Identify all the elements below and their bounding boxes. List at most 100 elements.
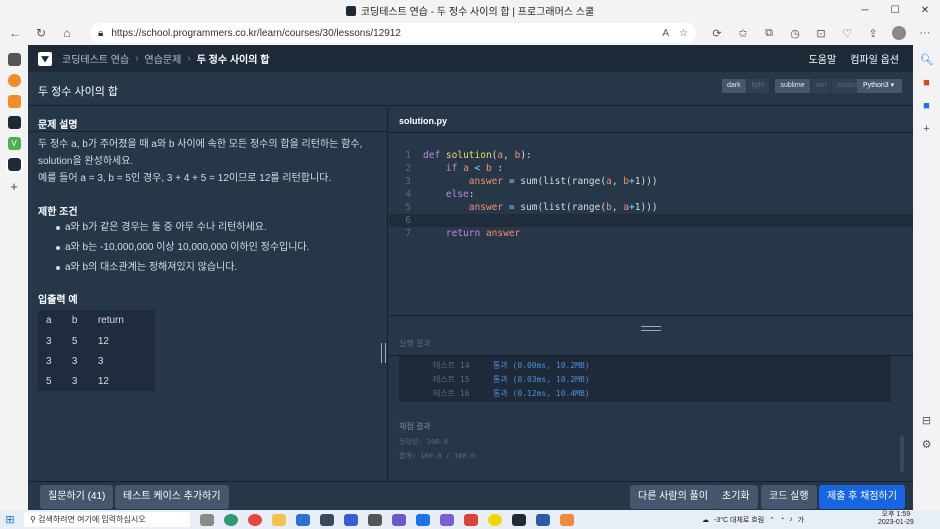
code-text[interactable]: answer = sum(list(range(b, a+1))): [423, 201, 658, 214]
read-aloud-icon[interactable]: A: [662, 28, 669, 39]
theme-selector: dark light sublime vim emacs: [722, 79, 864, 93]
tray-chevron-icon[interactable]: ⌃: [769, 516, 775, 524]
edge-icon[interactable]: [224, 513, 238, 526]
profile-avatar[interactable]: [892, 26, 906, 40]
collections-icon[interactable]: ⧉: [756, 27, 782, 40]
code-line[interactable]: 7 return answer: [389, 227, 913, 240]
browser-essentials-icon[interactable]: ♡: [834, 27, 860, 40]
add-favorite-icon[interactable]: ☆: [679, 28, 688, 39]
theme-dark-button[interactable]: dark: [722, 79, 746, 93]
code-text[interactable]: def solution(a, b):: [423, 149, 532, 162]
office-icon[interactable]: ■: [923, 77, 930, 89]
tab-icon-programmers[interactable]: [7, 116, 21, 129]
app-icon[interactable]: [368, 513, 382, 526]
tab-icon-v[interactable]: V: [7, 137, 21, 150]
code-text[interactable]: if a < b :: [423, 162, 503, 175]
code-text[interactable]: return answer: [423, 227, 520, 240]
pane-resize-handle[interactable]: [381, 343, 386, 363]
app-icon[interactable]: [416, 513, 430, 526]
minimize-icon[interactable]: ─: [850, 0, 880, 21]
store-icon[interactable]: [296, 513, 310, 526]
windows-start-icon[interactable]: ⊞: [2, 513, 18, 526]
close-icon[interactable]: ✕: [910, 0, 940, 21]
address-bar[interactable]: 🔒︎ https://school.programmers.co.kr/lear…: [90, 23, 696, 43]
share-icon[interactable]: ⇪: [860, 27, 886, 40]
theme-sublime-button[interactable]: sublime: [775, 79, 810, 93]
task-view-icon[interactable]: [200, 513, 214, 526]
refresh-icon[interactable]: ↻: [28, 26, 54, 40]
volume-icon[interactable]: ♪: [789, 516, 793, 523]
home-icon[interactable]: ⌂: [54, 26, 80, 40]
app-icon[interactable]: [344, 513, 358, 526]
taskbar-clock[interactable]: 오후 1:59 2023-01-29: [878, 511, 914, 527]
editor-tab-bar: solution.py: [389, 107, 913, 133]
history-icon[interactable]: ◷: [782, 27, 808, 40]
lock-icon[interactable]: 🔒︎: [98, 28, 103, 39]
network-icon[interactable]: ◔: [780, 516, 784, 523]
app-icon[interactable]: [464, 513, 478, 526]
back-icon[interactable]: ←: [2, 26, 28, 40]
theme-light-button[interactable]: light: [746, 79, 770, 93]
language-select[interactable]: Python3 ▾: [857, 79, 902, 93]
kakaotalk-icon[interactable]: [488, 513, 502, 526]
breadcrumb-chevron-icon: ›: [135, 53, 139, 64]
code-line-current[interactable]: 6: [389, 214, 913, 227]
code-line[interactable]: 1 def solution(a, b):: [389, 149, 913, 162]
word-icon[interactable]: [536, 513, 550, 526]
breadcrumb-item-practice[interactable]: 연습문제: [145, 51, 182, 66]
code-line[interactable]: 2 if a < b :: [389, 162, 913, 175]
result-scrollbar[interactable]: [900, 436, 904, 472]
translate-icon[interactable]: ⊡: [808, 27, 834, 40]
run-code-button[interactable]: 코드 실행: [761, 485, 817, 509]
submit-button[interactable]: 제출 후 채점하기: [819, 485, 905, 509]
url-text[interactable]: https://school.programmers.co.kr/learn/c…: [111, 28, 401, 39]
outlook-icon[interactable]: ■: [923, 100, 930, 112]
table-cell: 5: [71, 335, 78, 347]
code-line[interactable]: 5 answer = sum(list(range(b, a+1))): [389, 201, 913, 214]
add-sidebar-icon[interactable]: +: [923, 123, 929, 135]
tab-icon-2[interactable]: [7, 95, 21, 108]
code-text[interactable]: [423, 214, 429, 227]
sidebar-layout-icon[interactable]: ⊟: [922, 414, 931, 427]
questions-button[interactable]: 질문하기 (41): [40, 485, 114, 509]
weather-icon[interactable]: ☁: [702, 516, 709, 524]
programmers-app-icon[interactable]: [512, 513, 526, 526]
help-link[interactable]: 도움말: [809, 51, 837, 66]
theme-vim-button[interactable]: vim: [810, 79, 832, 93]
app-icon[interactable]: [320, 513, 334, 526]
line-number: 4: [405, 189, 411, 200]
tab-actions-icon[interactable]: [7, 53, 21, 66]
result-resize-handle[interactable]: [641, 326, 661, 331]
others-solutions-button[interactable]: 다른 사람의 풀이: [630, 485, 716, 509]
challenge-header: 두 정수 사이의 합 dark light sublime vim emacs …: [28, 72, 913, 106]
taskbar-search-input[interactable]: ⚲ 검색하려면 여기에 입력하십시오: [24, 512, 190, 527]
settings-icon[interactable]: ⚙: [922, 438, 932, 451]
tab-icon-programmers-active[interactable]: [5, 156, 23, 173]
code-line[interactable]: 4 else:: [389, 188, 913, 201]
code-line[interactable]: 3 answer = sum(list(range(a, b+1))): [389, 175, 913, 188]
chrome-icon[interactable]: [248, 513, 262, 526]
code-text[interactable]: else:: [423, 188, 475, 201]
new-tab-icon[interactable]: +: [10, 179, 18, 194]
io-example-table: a b return 3 5 12 3 3 3 5 3 12: [38, 310, 155, 391]
breadcrumb-item-coding-test[interactable]: 코딩테스트 연습: [62, 51, 129, 66]
compile-options-link[interactable]: 컴파일 옵션: [850, 51, 899, 66]
code-editor[interactable]: 1 def solution(a, b): 2 if a < b : 3 answ…: [389, 133, 913, 315]
extension-icon[interactable]: ⟳: [704, 27, 730, 40]
test-name: 테스트 16: [433, 389, 470, 398]
file-explorer-icon[interactable]: [272, 513, 286, 526]
app-icon[interactable]: [560, 513, 574, 526]
code-text[interactable]: answer = sum(list(range(a, b+1))): [423, 175, 658, 188]
ime-icon[interactable]: 가: [798, 515, 804, 525]
programmers-logo-icon[interactable]: [38, 51, 52, 66]
tab-icon-1[interactable]: [7, 74, 21, 87]
app-icon[interactable]: [440, 513, 454, 526]
reset-button[interactable]: 초기화: [714, 485, 758, 509]
add-testcase-button[interactable]: 테스트 케이스 추가하기: [115, 485, 229, 509]
weather-text[interactable]: -3°C 대체로 흐림: [714, 515, 764, 525]
more-menu-icon[interactable]: ···: [912, 27, 938, 39]
favorites-icon[interactable]: ✩: [730, 27, 756, 40]
search-icon[interactable]: 🔍︎: [920, 53, 934, 66]
maximize-icon[interactable]: ☐: [880, 0, 910, 21]
app-icon[interactable]: [392, 513, 406, 526]
